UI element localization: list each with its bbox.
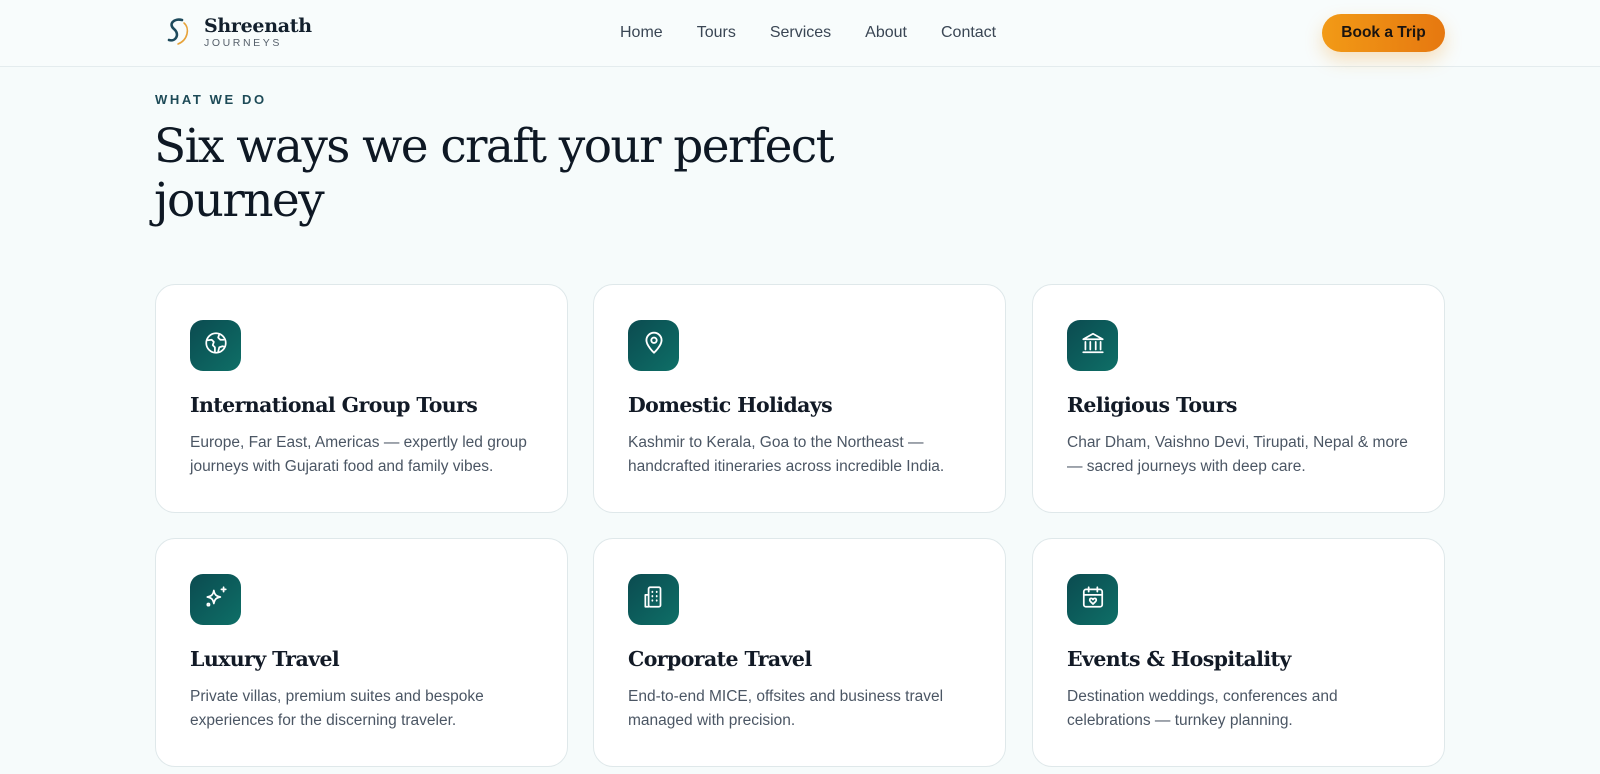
service-icon-box xyxy=(628,574,679,625)
globe-icon xyxy=(203,330,229,361)
nav-link-home[interactable]: Home xyxy=(620,22,663,44)
service-title: Domestic Holidays xyxy=(628,393,833,417)
service-title: Luxury Travel xyxy=(190,647,340,671)
service-icon-box xyxy=(1067,320,1118,371)
nav-link-tours[interactable]: Tours xyxy=(697,22,736,44)
service-title: Events & Hospitality xyxy=(1067,647,1291,671)
map-pin-icon xyxy=(641,330,667,361)
brand-tagline: JOURNEYS xyxy=(204,36,282,49)
temple-icon xyxy=(1080,330,1106,361)
service-description: Europe, Far East, Americas — expertly le… xyxy=(190,434,527,475)
service-description: Private villas, premium suites and bespo… xyxy=(190,688,484,729)
service-icon-box xyxy=(190,320,241,371)
section-headline: Six ways we craft your perfect journey xyxy=(154,119,834,228)
service-icon-box xyxy=(190,574,241,625)
service-title: Religious Tours xyxy=(1067,393,1237,417)
service-card-domestic[interactable]: Domestic Holidays Kashmir to Kerala, Goa… xyxy=(593,284,1006,513)
nav-link-about[interactable]: About xyxy=(865,22,907,44)
service-description: Destination weddings, conferences and ce… xyxy=(1067,688,1338,729)
brand-logo[interactable]: Shreenath JOURNEYS xyxy=(160,14,312,50)
service-title: Corporate Travel xyxy=(628,647,812,671)
building-icon xyxy=(641,584,667,615)
service-description: End-to-end MICE, offsites and business t… xyxy=(628,688,944,729)
calendar-heart-icon xyxy=(1080,584,1106,615)
nav-link-services[interactable]: Services xyxy=(770,22,831,44)
sparkles-icon xyxy=(203,584,229,615)
service-card-religious[interactable]: Religious Tours Char Dham, Vaishno Devi,… xyxy=(1032,284,1445,513)
logo-mark-icon xyxy=(160,14,196,50)
main-nav: Home Tours Services About Contact xyxy=(620,22,1030,44)
service-card-events[interactable]: Events & Hospitality Destination wedding… xyxy=(1032,538,1445,767)
service-icon-box xyxy=(628,320,679,371)
service-icon-box xyxy=(1067,574,1118,625)
site-header: Shreenath JOURNEYS Home Tours Services A… xyxy=(0,0,1600,67)
service-card-corporate[interactable]: Corporate Travel End-to-end MICE, offsit… xyxy=(593,538,1006,767)
service-description: Kashmir to Kerala, Goa to the Northeast … xyxy=(628,434,945,475)
service-title: International Group Tours xyxy=(190,393,478,417)
section-eyebrow: WHAT WE DO xyxy=(155,92,267,107)
nav-link-contact[interactable]: Contact xyxy=(941,22,996,44)
book-trip-button[interactable]: Book a Trip xyxy=(1322,14,1445,52)
service-description: Char Dham, Vaishno Devi, Tirupati, Nepal… xyxy=(1067,434,1408,475)
brand-name: Shreenath xyxy=(204,14,312,37)
service-card-luxury[interactable]: Luxury Travel Private villas, premium su… xyxy=(155,538,568,767)
service-card-international[interactable]: International Group Tours Europe, Far Ea… xyxy=(155,284,568,513)
